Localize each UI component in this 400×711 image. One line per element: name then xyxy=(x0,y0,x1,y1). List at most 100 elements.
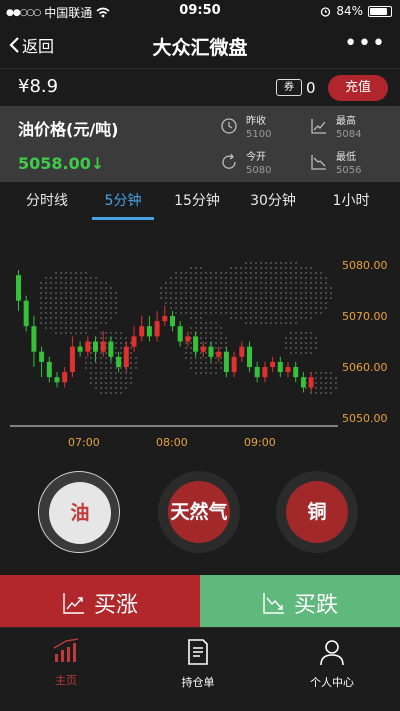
map-dot xyxy=(300,332,302,334)
map-dot xyxy=(200,302,202,304)
map-dot xyxy=(165,287,167,289)
map-dot xyxy=(120,382,122,384)
map-dot xyxy=(315,342,317,344)
map-dot xyxy=(190,302,192,304)
map-dot xyxy=(200,362,202,364)
map-dot xyxy=(115,292,117,294)
map-dot xyxy=(220,287,222,289)
active-tab-indicator xyxy=(92,217,154,220)
map-dot xyxy=(60,317,62,319)
product-oil[interactable]: 油 xyxy=(38,471,120,553)
map-dot xyxy=(185,277,187,279)
map-dot xyxy=(250,277,252,279)
map-dot xyxy=(210,277,212,279)
tab-30min[interactable]: 30分钟 xyxy=(242,190,304,210)
candle-body xyxy=(200,346,206,352)
map-dot xyxy=(290,317,292,319)
map-dot xyxy=(270,282,272,284)
map-dot xyxy=(285,272,287,274)
tabbar-home[interactable]: 主页 xyxy=(16,638,116,688)
candle-body xyxy=(85,341,91,352)
buy-up-button[interactable]: 买涨 xyxy=(0,575,200,627)
map-dot xyxy=(195,287,197,289)
map-dot xyxy=(320,277,322,279)
map-dot xyxy=(310,272,312,274)
map-dot xyxy=(195,302,197,304)
map-dot xyxy=(255,287,257,289)
nav-bar: 返回 大众汇微盘 ••• xyxy=(0,22,400,68)
tab-5min[interactable]: 5分钟 xyxy=(92,190,154,210)
map-dot xyxy=(55,297,57,299)
map-dot xyxy=(75,322,77,324)
map-dot xyxy=(315,297,317,299)
buy-down-button[interactable]: 买跌 xyxy=(200,575,400,627)
map-dot xyxy=(255,277,257,279)
map-dot xyxy=(135,367,137,369)
map-dot xyxy=(105,362,107,364)
product-gas[interactable]: 天然气 xyxy=(158,471,240,553)
more-icon[interactable]: ••• xyxy=(344,33,386,55)
map-dot xyxy=(65,302,67,304)
map-dot xyxy=(90,302,92,304)
stat-low: 最低 5056 xyxy=(310,148,361,176)
product-copper-label: 铜 xyxy=(286,481,348,543)
product-copper[interactable]: 铜 xyxy=(276,471,358,553)
tabbar-positions-label: 持仓单 xyxy=(181,676,215,689)
map-dot xyxy=(245,267,247,269)
candle-body xyxy=(247,346,252,367)
map-dot xyxy=(175,272,177,274)
map-dot xyxy=(80,312,82,314)
coupon-icon[interactable]: 券 xyxy=(276,79,302,96)
map-dot xyxy=(210,287,212,289)
map-dot xyxy=(255,302,257,304)
map-dot xyxy=(205,292,207,294)
map-dot xyxy=(100,377,102,379)
map-dot xyxy=(285,307,287,309)
tabbar-positions[interactable]: 持仓单 xyxy=(148,638,248,690)
map-dot xyxy=(310,347,312,349)
candle-body xyxy=(146,326,152,337)
map-dot xyxy=(120,367,122,369)
tab-1hour[interactable]: 1小时 xyxy=(320,190,382,210)
map-dot xyxy=(250,317,252,319)
map-dot xyxy=(110,287,112,289)
map-dot xyxy=(215,332,217,334)
map-dot xyxy=(250,262,252,264)
map-dot xyxy=(55,307,57,309)
map-dot xyxy=(40,312,42,314)
map-dot xyxy=(55,327,57,329)
map-dot xyxy=(85,322,87,324)
trend-up-icon xyxy=(63,593,84,614)
map-dot xyxy=(180,277,182,279)
topup-button[interactable]: 充值 xyxy=(328,75,388,101)
tab-timeshare[interactable]: 分时线 xyxy=(18,190,76,210)
trade-bar: 买涨 买跌 xyxy=(0,575,400,627)
map-dot xyxy=(290,347,292,349)
tab-15min[interactable]: 15分钟 xyxy=(166,190,228,210)
map-dot xyxy=(270,267,272,269)
map-dot xyxy=(100,302,102,304)
map-dot xyxy=(315,292,317,294)
tabbar-profile[interactable]: 个人中心 xyxy=(282,638,382,690)
map-dot xyxy=(255,322,257,324)
map-dot xyxy=(245,292,247,294)
map-dot xyxy=(315,282,317,284)
map-dot xyxy=(190,272,192,274)
map-dot xyxy=(115,297,117,299)
map-dot xyxy=(280,272,282,274)
map-dot xyxy=(260,267,262,269)
coupon-count: 0 xyxy=(306,79,316,97)
map-dot xyxy=(200,267,202,269)
map-dot xyxy=(55,292,57,294)
map-dot xyxy=(220,282,222,284)
map-dot xyxy=(85,312,87,314)
map-dot xyxy=(65,272,67,274)
candle-body xyxy=(139,326,145,337)
map-dot xyxy=(315,372,317,374)
map-dot xyxy=(270,312,272,314)
map-dot xyxy=(110,302,112,304)
map-dot xyxy=(125,387,127,389)
map-dot xyxy=(105,387,107,389)
map-dot xyxy=(95,322,97,324)
map-dot xyxy=(105,372,107,374)
